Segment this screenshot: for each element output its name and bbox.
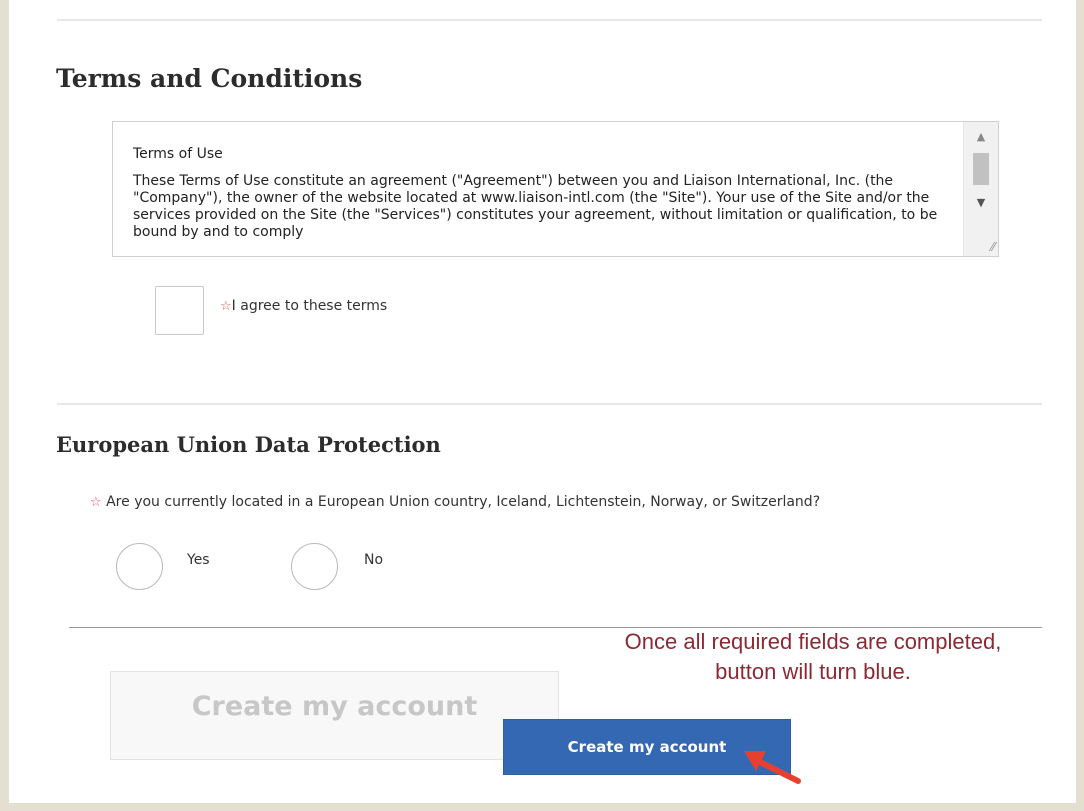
annotation-callout: Once all required fields are completed, … — [624, 629, 1002, 684]
scroll-up-arrow-icon[interactable]: ▲ — [964, 130, 998, 144]
terms-scrollbar[interactable]: ▲ ▼ ⁄⁄ — [963, 122, 998, 256]
eu-no-label: No — [364, 552, 384, 568]
section-divider — [57, 403, 1042, 405]
terms-heading: Terms and Conditions — [56, 64, 363, 93]
top-divider — [57, 19, 1042, 21]
agree-terms-text: I agree to these terms — [231, 298, 388, 314]
terms-content: Terms of Use These Terms of Use constitu… — [133, 146, 963, 241]
required-star-icon: ☆ — [220, 299, 232, 314]
eu-question-text: Are you currently located in a European … — [106, 494, 821, 510]
eu-heading: European Union Data Protection — [56, 432, 441, 457]
create-account-disabled-label: Create my account — [191, 691, 478, 722]
terms-body-text: These Terms of Use constitute an agreeme… — [133, 173, 938, 240]
scroll-down-arrow-icon[interactable]: ▼ — [964, 196, 998, 210]
terms-textarea[interactable]: Terms of Use These Terms of Use constitu… — [112, 121, 999, 257]
scroll-thumb[interactable] — [973, 153, 989, 185]
required-star-icon: ☆ — [90, 495, 102, 510]
eu-question: ☆ Are you currently located in a Europea… — [90, 494, 820, 510]
resize-grip-icon[interactable]: ⁄⁄ — [991, 241, 995, 253]
red-arrow-icon — [744, 751, 801, 784]
eu-yes-label: Yes — [187, 552, 210, 568]
eu-no-radio[interactable] — [291, 543, 338, 590]
create-account-button-disabled[interactable]: Create my account — [110, 671, 559, 760]
form-panel: Terms and Conditions Terms of Use These … — [0, 0, 1084, 811]
terms-of-use-title: Terms of Use — [133, 146, 223, 162]
agree-terms-checkbox[interactable] — [155, 286, 204, 335]
agree-terms-label: ☆I agree to these terms — [220, 298, 387, 314]
eu-yes-radio[interactable] — [116, 543, 163, 590]
